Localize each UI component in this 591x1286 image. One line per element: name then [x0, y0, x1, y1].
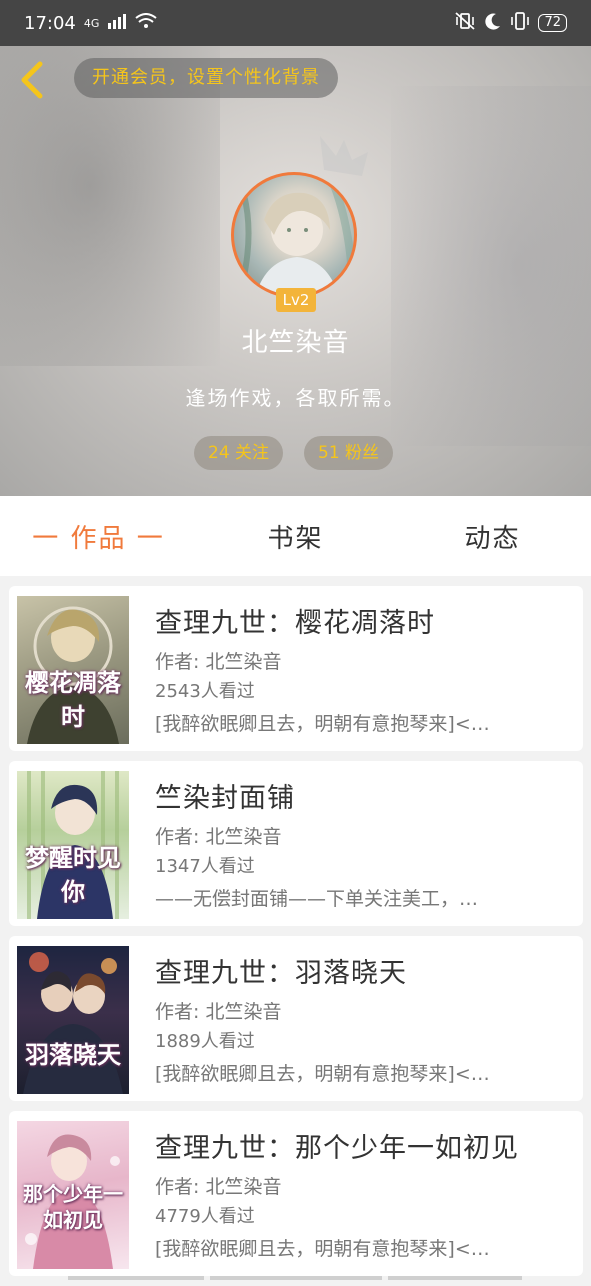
- cover-title: 那个少年一如初见: [23, 1182, 123, 1232]
- chevron-left-icon: [21, 61, 43, 99]
- work-author: 作者: 北竺染音: [155, 651, 282, 673]
- work-title[interactable]: 竺染封面铺: [155, 779, 571, 819]
- book-cover[interactable]: 梦醒时见你: [17, 771, 129, 919]
- work-title[interactable]: 查理九世：羽落晓天: [155, 954, 571, 994]
- profile-header: 开通会员，设置个性化背景 Lv2 北竺染音 逢场作戏，各取所需。 24 关注 5…: [0, 46, 591, 496]
- work-description: ——无偿封面铺——下单关注美工，…: [155, 888, 479, 910]
- work-author: 作者: 北竺染音: [155, 826, 282, 848]
- rotate-icon: [510, 12, 530, 34]
- cover-title: 梦醒时见你: [25, 844, 121, 906]
- fans-count[interactable]: 51 粉丝: [304, 436, 394, 470]
- cover-title: 羽落晓天: [25, 1041, 121, 1069]
- back-button[interactable]: [14, 60, 50, 100]
- work-info: 查理九世：那个少年一如初见 作者: 北竺染音 4779人看过 [我醉欲眠卿且去，…: [155, 1129, 571, 1261]
- bottom-divider: [68, 1276, 522, 1280]
- work-description: [我醉欲眠卿且去，明朝有意抱琴来]<…: [155, 1238, 490, 1260]
- work-author: 作者: 北竺染音: [155, 1001, 282, 1023]
- work-info: 查理九世：樱花凋落时 作者: 北竺染音 2543人看过 [我醉欲眠卿且去，明朝有…: [155, 604, 571, 736]
- work-title[interactable]: 查理九世：樱花凋落时: [155, 604, 571, 644]
- avatar[interactable]: [231, 172, 357, 298]
- tab-bookshelf[interactable]: 书架: [197, 496, 394, 576]
- work-info: 竺染封面铺 作者: 北竺染音 1347人看过 ——无偿封面铺——下单关注美工，…: [155, 779, 571, 911]
- work-title[interactable]: 查理九世：那个少年一如初见: [155, 1129, 571, 1169]
- work-author: 作者: 北竺染音: [155, 1176, 282, 1198]
- book-cover[interactable]: 那个少年一如初见: [17, 1121, 129, 1269]
- tab-bar: 一 作品 一 书架 动态: [0, 496, 591, 576]
- book-cover[interactable]: 樱花凋落时: [17, 596, 129, 744]
- list-item[interactable]: 樱花凋落时 查理九世：樱花凋落时 作者: 北竺染音 2543人看过 [我醉欲眠卿…: [9, 586, 583, 751]
- work-description: [我醉欲眠卿且去，明朝有意抱琴来]<…: [155, 1063, 490, 1085]
- tab-works[interactable]: 一 作品 一: [0, 496, 197, 576]
- work-info: 查理九世：羽落晓天 作者: 北竺染音 1889人看过 [我醉欲眠卿且去，明朝有意…: [155, 954, 571, 1086]
- list-item[interactable]: 那个少年一如初见 查理九世：那个少年一如初见 作者: 北竺染音 4779人看过 …: [9, 1111, 583, 1276]
- tab-activity[interactable]: 动态: [394, 496, 591, 576]
- work-views: 1347人看过: [155, 856, 255, 877]
- level-badge: Lv2: [276, 288, 316, 312]
- bio: 逢场作戏，各取所需。: [185, 386, 406, 410]
- vip-banner[interactable]: 开通会员，设置个性化背景: [74, 58, 338, 98]
- status-bar: 17:04 4G 72: [0, 0, 591, 46]
- status-right: 72: [454, 12, 567, 34]
- status-left: 17:04 4G: [24, 12, 158, 34]
- work-views: 4779人看过: [155, 1206, 255, 1227]
- moon-icon: [484, 12, 502, 34]
- battery-indicator: 72: [538, 14, 567, 32]
- following-count[interactable]: 24 关注: [194, 436, 284, 470]
- work-list: 樱花凋落时 查理九世：樱花凋落时 作者: 北竺染音 2543人看过 [我醉欲眠卿…: [9, 586, 583, 1286]
- work-description: [我醉欲眠卿且去，明朝有意抱琴来]<…: [155, 713, 490, 735]
- wifi-icon: [135, 13, 158, 33]
- cover-title: 樱花凋落时: [25, 669, 121, 731]
- work-views: 2543人看过: [155, 681, 255, 702]
- list-item[interactable]: 梦醒时见你 竺染封面铺 作者: 北竺染音 1347人看过 ——无偿封面铺——下单…: [9, 761, 583, 926]
- network-type: 4G: [83, 16, 100, 30]
- book-cover[interactable]: 羽落晓天: [17, 946, 129, 1094]
- avatar-image: [239, 183, 354, 295]
- vibrate-off-icon: [454, 12, 476, 34]
- clock: 17:04: [24, 12, 76, 34]
- work-views: 1889人看过: [155, 1031, 255, 1052]
- list-item[interactable]: 羽落晓天 查理九世：羽落晓天 作者: 北竺染音 1889人看过 [我醉欲眠卿且去…: [9, 936, 583, 1101]
- signal-icon: [107, 13, 127, 33]
- username: 北竺染音: [241, 328, 350, 358]
